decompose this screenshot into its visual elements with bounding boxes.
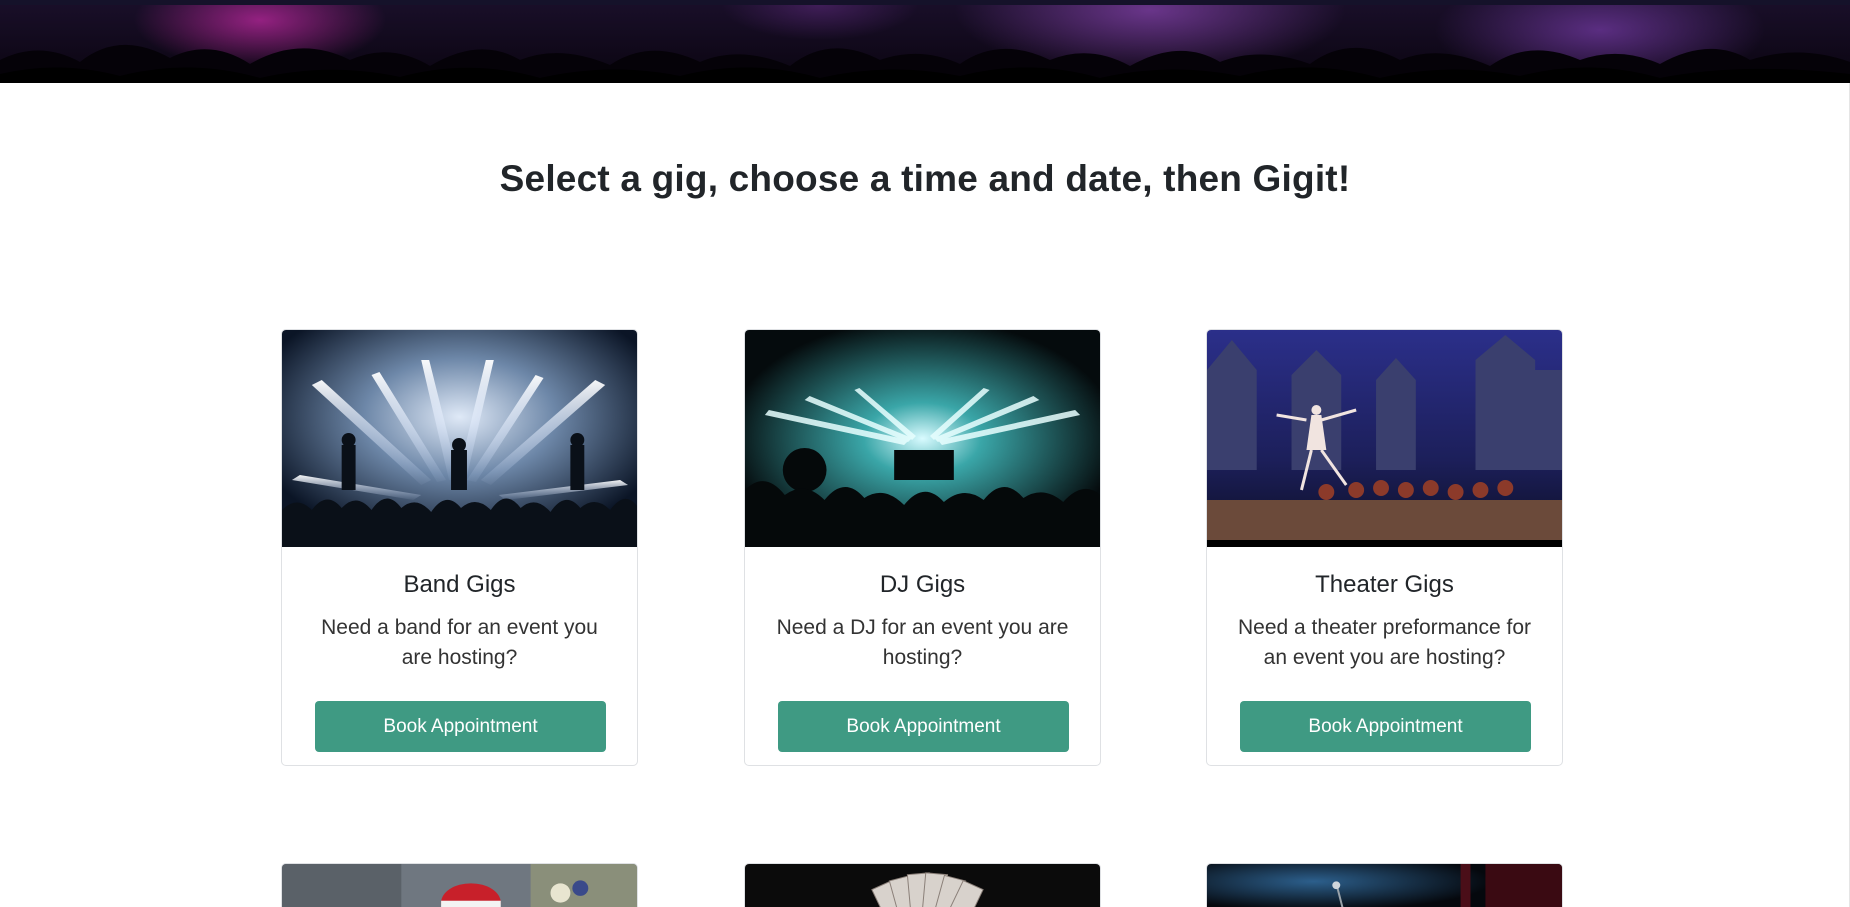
card-dj-gigs: DJ Gigs Need a DJ for an event you are h… <box>744 329 1101 766</box>
book-appointment-button-band[interactable]: Book Appointment <box>315 701 606 752</box>
stage-microphone-photo-icon <box>1207 864 1562 907</box>
card-title: DJ Gigs <box>879 571 966 598</box>
theater-gigs-image <box>1207 330 1562 547</box>
card-description: Need a theater preformance for an event … <box>1238 616 1531 669</box>
band-gigs-image <box>282 330 637 547</box>
page-title: Select a gig, choose a time and date, th… <box>499 158 1351 199</box>
book-appointment-button-theater[interactable]: Book Appointment <box>1240 701 1531 752</box>
card-description: Need a DJ for an event you are hosting? <box>776 616 1069 669</box>
ballet-theater-photo-icon <box>1207 330 1562 547</box>
magician-cards-photo-icon <box>745 864 1100 907</box>
dj-stage-photo-icon <box>745 330 1100 547</box>
card-partial-3 <box>1206 863 1563 907</box>
card-band-gigs: Band Gigs Need a band for an event you a… <box>281 329 638 766</box>
hero-banner-image <box>0 0 1850 83</box>
card-title: Band Gigs <box>403 571 516 598</box>
card-partial-1 <box>281 863 638 907</box>
book-appointment-button-dj[interactable]: Book Appointment <box>778 701 1069 752</box>
dj-gigs-image <box>745 330 1100 547</box>
card-title: Theater Gigs <box>1315 571 1454 598</box>
page: Select a gig, choose a time and date, th… <box>0 0 1850 907</box>
card-description: Need a band for an event you are hosting… <box>321 616 598 669</box>
concert-band-photo-icon <box>282 330 637 547</box>
card-theater-gigs: Theater Gigs Need a theater preformance … <box>1206 329 1563 766</box>
card-partial-2 <box>744 863 1101 907</box>
crowd-silhouette <box>0 44 1850 83</box>
santa-photo-icon <box>282 864 637 907</box>
